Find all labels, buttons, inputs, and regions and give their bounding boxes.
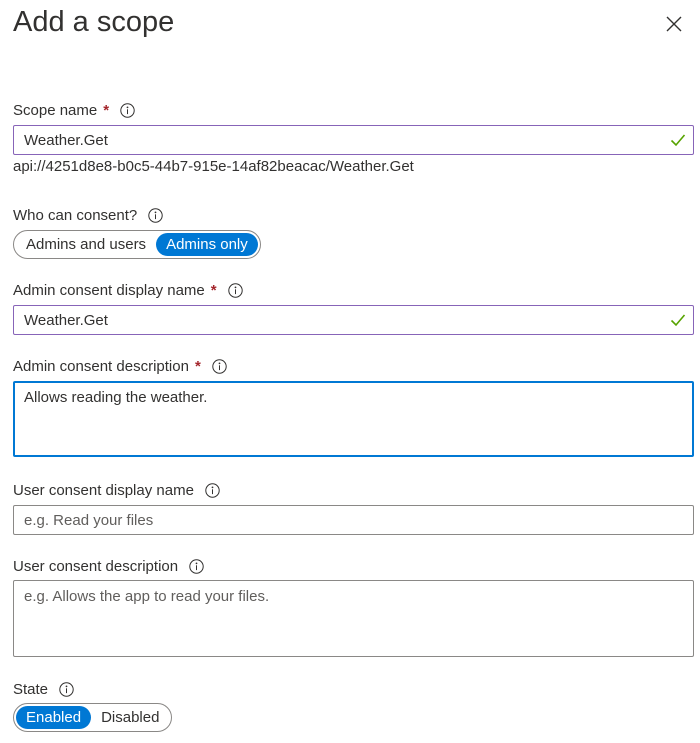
option-disabled[interactable]: Disabled bbox=[91, 706, 169, 729]
user-display-name-label-row: User consent display name bbox=[13, 480, 220, 500]
state-label-row: State bbox=[13, 679, 74, 699]
admin-description-label-row: Admin consent description * bbox=[13, 356, 227, 376]
scope-name-label: Scope name bbox=[13, 101, 98, 119]
state-toggle: Enabled Disabled bbox=[13, 703, 173, 732]
scope-name-label-row: Scope name * bbox=[13, 100, 135, 120]
valid-check-icon bbox=[669, 131, 687, 149]
scope-name-input[interactable] bbox=[13, 125, 694, 155]
required-marker: * bbox=[103, 101, 110, 119]
admin-description-textarea[interactable]: Allows reading the weather. bbox=[13, 381, 694, 457]
user-description-label: User consent description bbox=[13, 557, 179, 575]
info-icon[interactable] bbox=[59, 681, 74, 697]
add-scope-panel: Add a scope Scope name * api://4251d8e8-… bbox=[0, 0, 700, 743]
admin-display-name-label: Admin consent display name bbox=[13, 281, 205, 299]
info-icon[interactable] bbox=[189, 558, 204, 574]
required-marker: * bbox=[210, 281, 217, 299]
who-can-consent-toggle: Admins and users Admins only bbox=[13, 230, 261, 259]
admin-display-name-input[interactable] bbox=[13, 305, 694, 335]
option-admins-and-users[interactable]: Admins and users bbox=[16, 233, 156, 256]
option-enabled[interactable]: Enabled bbox=[16, 706, 92, 729]
user-display-name-input[interactable] bbox=[13, 505, 694, 535]
scope-uri: api://4251d8e8-b0c5-44b7-915e-14af82beac… bbox=[13, 158, 414, 175]
option-admins-only[interactable]: Admins only bbox=[156, 233, 258, 256]
info-icon[interactable] bbox=[205, 482, 220, 498]
admin-display-name-label-row: Admin consent display name * bbox=[13, 280, 243, 300]
who-can-consent-label-row: Who can consent? bbox=[13, 205, 163, 225]
close-icon[interactable] bbox=[661, 11, 687, 37]
admin-description-label: Admin consent description bbox=[13, 357, 189, 375]
info-icon[interactable] bbox=[227, 282, 243, 298]
info-icon[interactable] bbox=[148, 207, 163, 223]
state-label: State bbox=[13, 680, 49, 698]
info-icon[interactable] bbox=[212, 358, 227, 374]
user-display-name-label: User consent display name bbox=[13, 481, 194, 499]
panel-title: Add a scope bbox=[13, 6, 175, 38]
user-description-label-row: User consent description bbox=[13, 556, 204, 576]
user-description-textarea[interactable] bbox=[13, 580, 694, 657]
required-marker: * bbox=[194, 357, 201, 375]
who-can-consent-label: Who can consent? bbox=[13, 206, 138, 224]
info-icon[interactable] bbox=[120, 102, 135, 118]
valid-check-icon bbox=[669, 311, 687, 329]
